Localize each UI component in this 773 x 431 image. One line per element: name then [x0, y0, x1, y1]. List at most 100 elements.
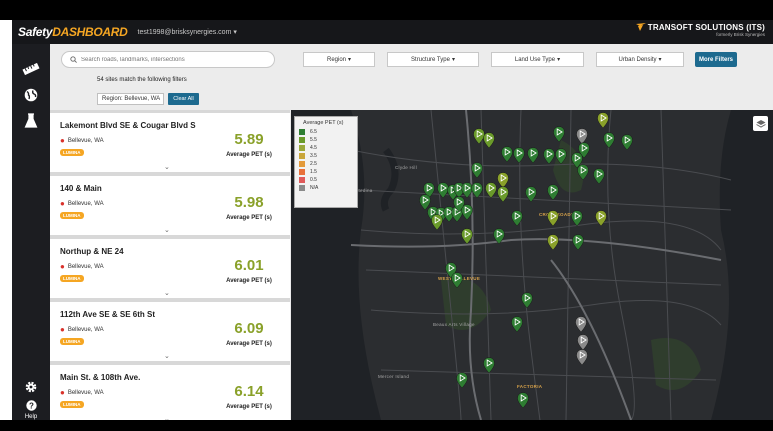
- logo-accent: DASHBOARD: [52, 25, 128, 39]
- site-marker[interactable]: [577, 164, 589, 181]
- layers-button[interactable]: [753, 116, 768, 131]
- site-marker[interactable]: [497, 172, 509, 189]
- site-pet-label: Average PET (s): [226, 152, 272, 158]
- legend-label: 2.5: [310, 161, 317, 167]
- ruler-icon[interactable]: [18, 58, 44, 80]
- site-marker[interactable]: [547, 234, 559, 251]
- site-marker[interactable]: [473, 128, 485, 145]
- site-marker[interactable]: [456, 372, 468, 389]
- clear-all-button[interactable]: Clear All: [168, 93, 199, 105]
- legend-row: N/A: [299, 184, 357, 192]
- chevron-down-icon[interactable]: ⌄: [164, 352, 170, 360]
- match-count-text: 54 sites match the following filters: [97, 77, 187, 83]
- site-marker[interactable]: [431, 214, 443, 231]
- legend-row: 1.5: [299, 168, 357, 176]
- site-marker[interactable]: [547, 184, 559, 201]
- site-marker[interactable]: [497, 186, 509, 203]
- structure-type-dropdown[interactable]: Structure Type: [387, 52, 479, 67]
- site-marker[interactable]: [521, 292, 533, 309]
- site-marker[interactable]: [419, 194, 431, 211]
- location-pin-icon: ●: [60, 388, 65, 397]
- site-location-text: Bellevue, WA: [67, 138, 104, 144]
- site-marker[interactable]: [543, 148, 555, 165]
- site-marker[interactable]: [575, 316, 587, 333]
- site-marker[interactable]: [572, 234, 584, 251]
- legend-label: 1.5: [310, 169, 317, 175]
- site-marker[interactable]: [525, 186, 537, 203]
- more-filters-button[interactable]: More Filters: [695, 52, 737, 67]
- location-pin-icon: ●: [60, 262, 65, 271]
- site-marker[interactable]: [576, 349, 588, 366]
- location-pin-icon: ●: [60, 325, 65, 334]
- site-location-text: Bellevue, WA: [67, 264, 104, 270]
- left-nav: ? Help: [12, 44, 50, 420]
- site-marker[interactable]: [571, 210, 583, 227]
- region-dropdown[interactable]: Region: [303, 52, 375, 67]
- site-marker[interactable]: [511, 210, 523, 227]
- legend-swatch: [299, 153, 305, 159]
- site-marker[interactable]: [461, 228, 473, 245]
- chevron-down-icon[interactable]: ⌄: [164, 289, 170, 297]
- legend-label: 6.5: [310, 129, 317, 135]
- active-filter-chip[interactable]: Region: Bellevue, WA: [97, 93, 164, 105]
- legend-swatch: [299, 177, 305, 183]
- site-marker[interactable]: [511, 316, 523, 333]
- chevron-down-icon[interactable]: ⌄: [164, 163, 170, 171]
- site-marker[interactable]: [517, 392, 529, 409]
- legend-swatch: [299, 129, 305, 135]
- site-marker[interactable]: [483, 357, 495, 374]
- legend-row: 0.5: [299, 176, 357, 184]
- app-logo[interactable]: SafetyDASHBOARD: [18, 25, 128, 39]
- site-marker[interactable]: [595, 210, 607, 227]
- site-marker[interactable]: [621, 134, 633, 151]
- site-marker[interactable]: [597, 112, 609, 129]
- globe-icon[interactable]: [18, 84, 44, 106]
- site-location: ● Bellevue, WA: [60, 200, 104, 208]
- site-card[interactable]: Lakemont Blvd SE & Cougar Blvd S ● Bellev…: [50, 113, 290, 172]
- site-marker[interactable]: [553, 126, 565, 143]
- site-location: ● Bellevue, WA: [60, 263, 104, 271]
- search-input[interactable]: [81, 56, 261, 63]
- location-pin-icon: ●: [60, 199, 65, 208]
- site-marker[interactable]: [593, 168, 605, 185]
- site-card[interactable]: Main St. & 108th Ave. ● Bellevue, WA LUMI…: [50, 365, 290, 420]
- urban-density-dropdown[interactable]: Urban Density: [596, 52, 684, 67]
- site-marker[interactable]: [501, 146, 513, 163]
- site-marker[interactable]: [555, 148, 567, 165]
- site-card[interactable]: 112th Ave SE & SE 6th St ● Bellevue, WA L…: [50, 302, 290, 361]
- user-menu[interactable]: test1998@brisksynergies.com: [138, 28, 237, 36]
- site-marker[interactable]: [527, 147, 539, 164]
- brand-subtitle: formerly Brisk Synergies: [716, 32, 765, 37]
- svg-text:?: ?: [29, 401, 34, 410]
- site-card[interactable]: 140 & Main ● Bellevue, WA LUMINA 5.98 Ave…: [50, 176, 290, 235]
- site-marker[interactable]: [513, 147, 525, 164]
- site-marker[interactable]: [493, 228, 505, 245]
- search-box[interactable]: [61, 51, 275, 68]
- site-marker[interactable]: [461, 182, 473, 199]
- flask-icon[interactable]: [18, 110, 44, 132]
- site-marker[interactable]: [437, 182, 449, 199]
- site-name: Main St. & 108th Ave.: [60, 373, 141, 382]
- help-icon[interactable]: ?: [18, 394, 44, 416]
- site-name: 140 & Main: [60, 184, 102, 193]
- site-location-text: Bellevue, WA: [67, 327, 104, 333]
- site-marker[interactable]: [547, 210, 559, 227]
- site-marker[interactable]: [483, 132, 495, 149]
- land-use-type-dropdown[interactable]: Land Use Type: [491, 52, 584, 67]
- site-marker[interactable]: [471, 162, 483, 179]
- site-card[interactable]: Northup & NE 24 ● Bellevue, WA LUMINA 6.0…: [50, 239, 290, 298]
- lumina-badge: LUMINA: [60, 275, 84, 282]
- site-marker[interactable]: [577, 334, 589, 351]
- app-header: SafetyDASHBOARD test1998@brisksynergies.…: [12, 20, 773, 44]
- legend-swatch: [299, 185, 305, 191]
- site-marker[interactable]: [461, 204, 473, 221]
- site-marker[interactable]: [471, 182, 483, 199]
- site-marker[interactable]: [603, 132, 615, 149]
- site-marker[interactable]: [451, 272, 463, 289]
- logo-prefix: Safety: [18, 25, 53, 39]
- map-view[interactable]: Clyde Hill Medina CROSSROADS WEST BELLEV…: [291, 110, 773, 420]
- site-location: ● Bellevue, WA: [60, 326, 104, 334]
- chevron-down-icon[interactable]: ⌄: [164, 226, 170, 234]
- site-marker[interactable]: [576, 128, 588, 145]
- site-marker[interactable]: [485, 182, 497, 199]
